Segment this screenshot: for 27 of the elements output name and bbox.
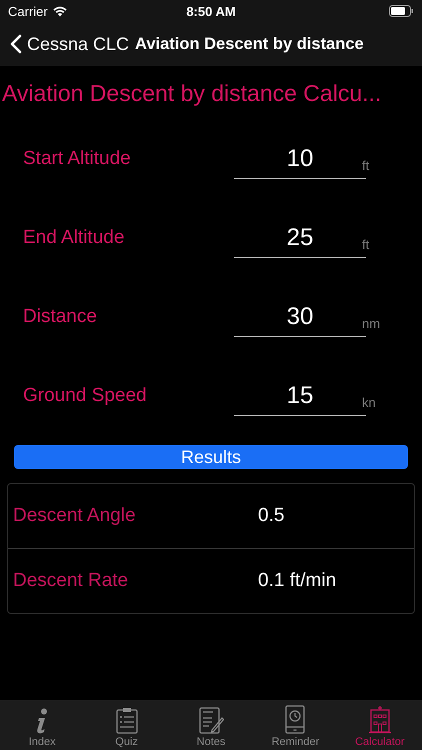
result-label: Descent Angle [13,505,137,527]
tab-item[interactable]: Notes [168,700,254,750]
chevron-left-icon [10,34,22,54]
info-icon [35,708,50,734]
field-label: Start Altitude [23,148,132,170]
tablet-clock-icon [285,705,306,734]
tab-item[interactable]: Quiz [84,700,169,750]
results-button[interactable]: Results [14,445,408,469]
notepad-pencil-icon [198,707,224,734]
carrier-label: Carrier [8,4,48,18]
back-button[interactable]: Cessna CLC [10,34,130,54]
building-icon [368,705,392,734]
field-label: Distance [23,306,98,328]
field-label: Ground Speed [23,385,148,407]
wifi-icon [52,6,67,16]
result-value: 0.1 ft/min [258,570,336,592]
field-label: End Altitude [23,227,126,249]
page-heading: Aviation Descent by distance Calcu... [1,79,382,107]
result-value: 0.5 [258,505,284,527]
nav-title: Aviation Descent by distance [135,34,364,54]
tab-item[interactable]: Calculator [338,700,422,750]
tab-item[interactable]: Reminder [253,700,338,750]
tab-item[interactable]: Index [0,700,84,750]
result-label: Descent Rate [13,570,130,592]
battery-icon [389,5,414,17]
clipboard-icon [116,707,138,734]
clock-time: 8:50 AM [186,4,236,18]
